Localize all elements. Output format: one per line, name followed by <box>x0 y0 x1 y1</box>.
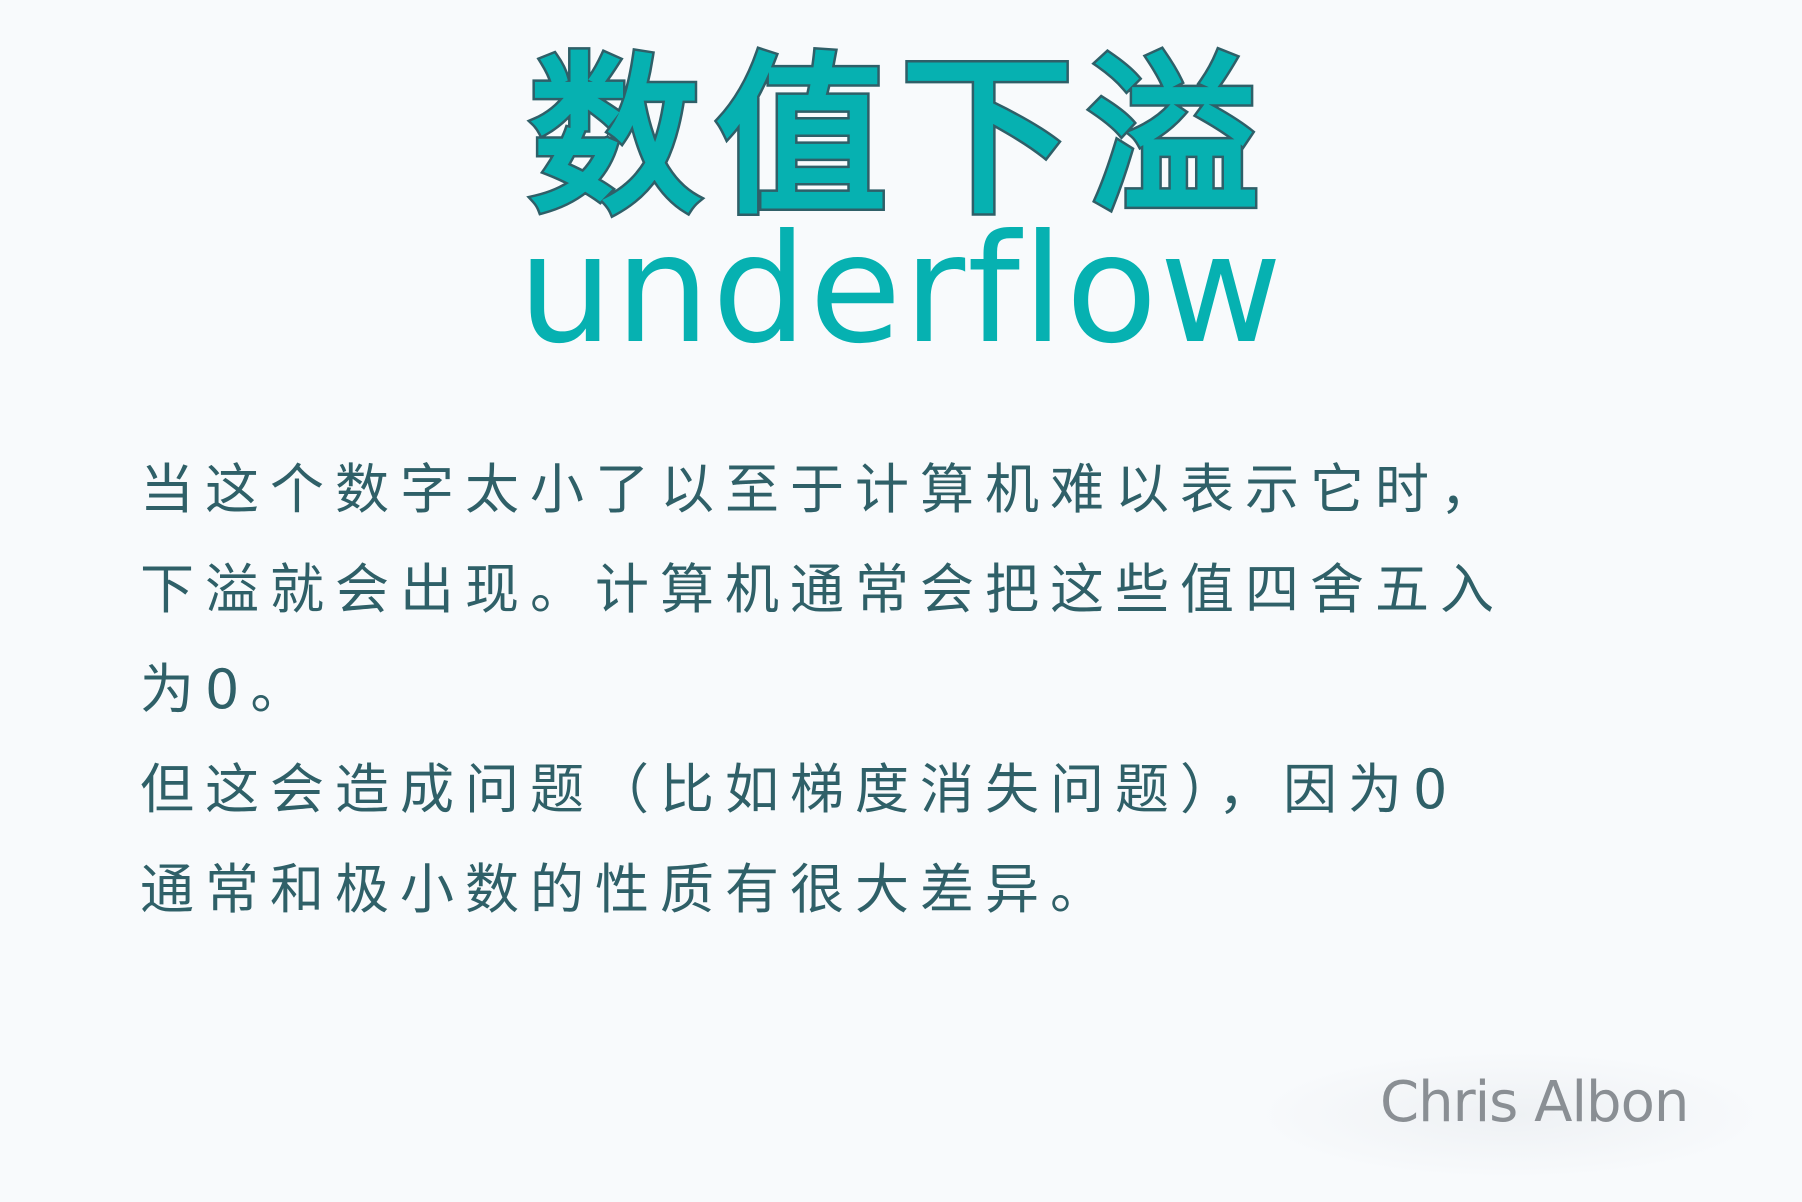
page-title: 数值下溢 <box>527 37 1273 238</box>
author-signature: Chris Albon <box>1380 1070 1689 1135</box>
page-subtitle: underflow <box>517 203 1285 377</box>
text-line: 下溢就会出现。计算机通常会把这些值四舍五入 <box>140 558 1505 621</box>
text-line: 当这个数字太小了以至于计算机难以表示它时， <box>140 458 1505 521</box>
text-line: 通常和极小数的性质有很大差异。 <box>140 858 1115 921</box>
text-line: 为0。 <box>140 658 316 721</box>
text-line: 但这会造成问题（比如梯度消失问题），因为0 <box>140 758 1459 821</box>
definition-text: 当这个数字太小了以至于计算机难以表示它时， 下溢就会出现。计算机通常会把这些值四… <box>140 440 1700 940</box>
